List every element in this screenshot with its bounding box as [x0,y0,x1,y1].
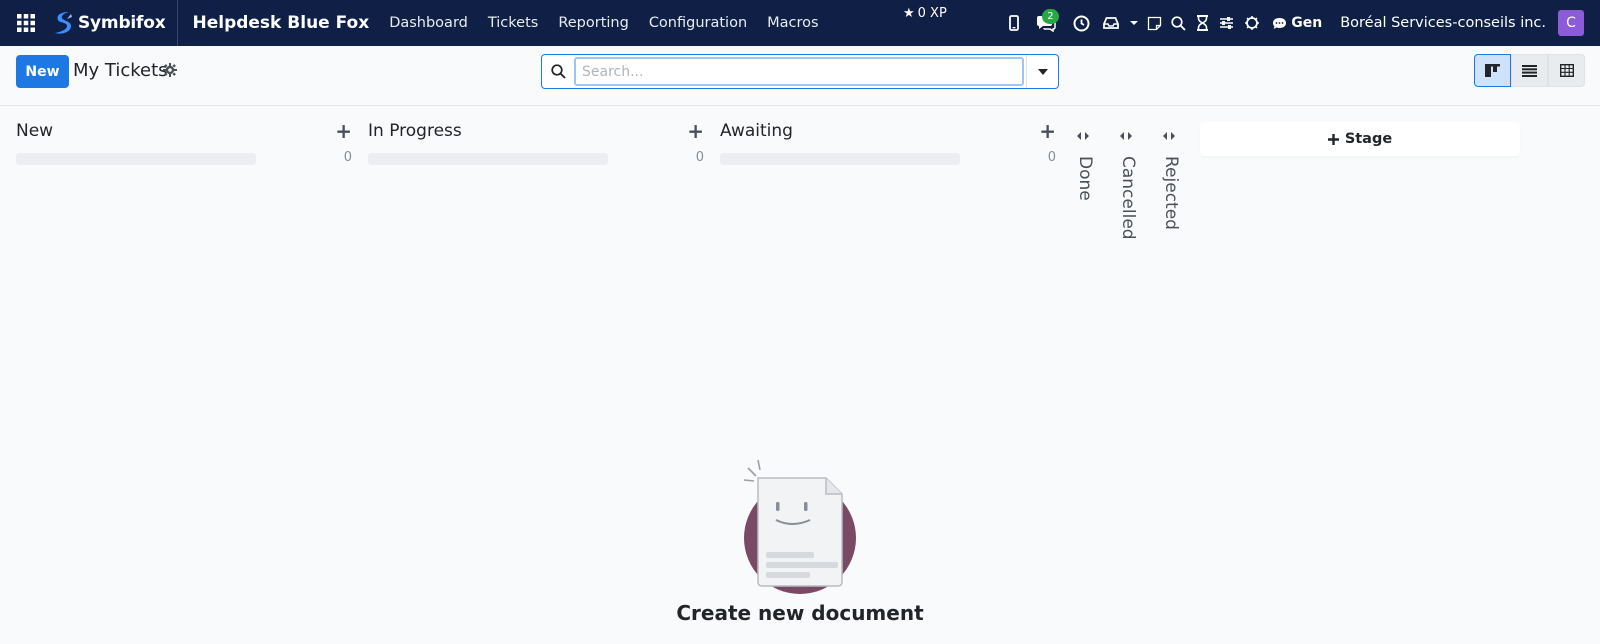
progress-bar[interactable] [368,153,608,165]
plus-icon[interactable]: + [687,119,704,143]
expand-icon [1162,126,1176,145]
page-title: My Tickets [73,60,168,81]
app-title[interactable]: Helpdesk Blue Fox [192,13,369,33]
add-stage-button[interactable]: Stage [1200,122,1520,156]
column-count: 0 [1047,150,1056,165]
folded-column-label: Cancelled [1118,156,1138,240]
menu-dashboard[interactable]: Dashboard [379,15,478,31]
mobile-icon[interactable] [1002,0,1026,46]
xp-indicator[interactable]: ★ 0 XP [903,6,947,21]
clock-icon[interactable] [1066,0,1096,46]
search-bar [541,54,1059,89]
folded-column-label: Done [1075,156,1095,201]
bug-icon[interactable] [1238,0,1266,46]
progress-bar[interactable] [16,153,256,165]
systray: 2 Gen Boréal Services-conseils inc. C [1002,0,1600,46]
column-title: In Progress [368,121,462,141]
avatar: C [1558,10,1584,36]
column-count: 0 [343,150,352,165]
messages-button[interactable]: 2 [1026,0,1066,46]
plus-icon[interactable]: + [335,119,352,143]
plus-icon[interactable]: + [1039,119,1056,143]
expand-icon [1076,126,1090,145]
pivot-view-button[interactable] [1548,54,1585,87]
list-icon [1522,64,1537,77]
menu-macros[interactable]: Macros [757,15,828,31]
menu-reporting[interactable]: Reporting [548,15,639,31]
company-name: Boréal Services-conseils inc. [1340,15,1546,31]
caret-down-icon [1037,68,1048,75]
list-view-button[interactable] [1511,54,1548,87]
symbifox-logo-icon [55,12,72,34]
menu-configuration[interactable]: Configuration [639,15,757,31]
company-switcher[interactable]: Boréal Services-conseils inc. [1332,0,1558,46]
search-options-toggle[interactable] [1026,55,1058,88]
expand-icon [1119,126,1133,145]
messages-badge: 2 [1042,9,1059,24]
user-menu[interactable]: C [1558,0,1600,46]
empty-state-illustration [738,456,862,600]
column-title: New [16,121,54,141]
app-menu-button[interactable] [0,0,52,46]
search-icon[interactable] [1166,0,1190,46]
new-button[interactable]: New [16,55,69,88]
xp-value: 0 XP [917,6,947,21]
inbox-icon[interactable] [1096,0,1126,46]
sliders-icon[interactable] [1214,0,1238,46]
control-panel: New My Tickets [0,46,1600,106]
empty-state-title: Create new document [676,601,924,625]
column-title: Awaiting [720,121,793,141]
user-status[interactable]: Gen [1266,0,1332,46]
add-stage-label: Stage [1344,131,1393,147]
grid-icon [17,14,35,32]
hourglass-icon[interactable] [1190,0,1214,46]
menu-tickets[interactable]: Tickets [478,15,548,31]
caret-down-icon[interactable] [1126,0,1142,46]
star-icon: ★ [903,6,915,21]
progress-bar[interactable] [720,153,960,165]
kanban-icon [1485,64,1500,77]
top-navbar: Symbifox Helpdesk Blue Fox Dashboard Tic… [0,0,1600,46]
column-count: 0 [695,150,704,165]
user-short-name: Gen [1291,15,1323,31]
brand-name: Symbifox [78,13,166,33]
view-switcher [1474,54,1585,87]
note-icon[interactable] [1142,0,1166,46]
folded-column-label: Rejected [1161,156,1181,230]
gear-icon[interactable] [163,62,177,81]
brand-logo[interactable]: Symbifox [52,0,179,46]
table-icon [1559,64,1574,77]
search-icon [542,55,574,88]
comment-icon [1273,17,1287,29]
kanban-view-button[interactable] [1474,54,1511,87]
plus-icon [1327,133,1339,145]
search-input[interactable] [574,57,1024,86]
